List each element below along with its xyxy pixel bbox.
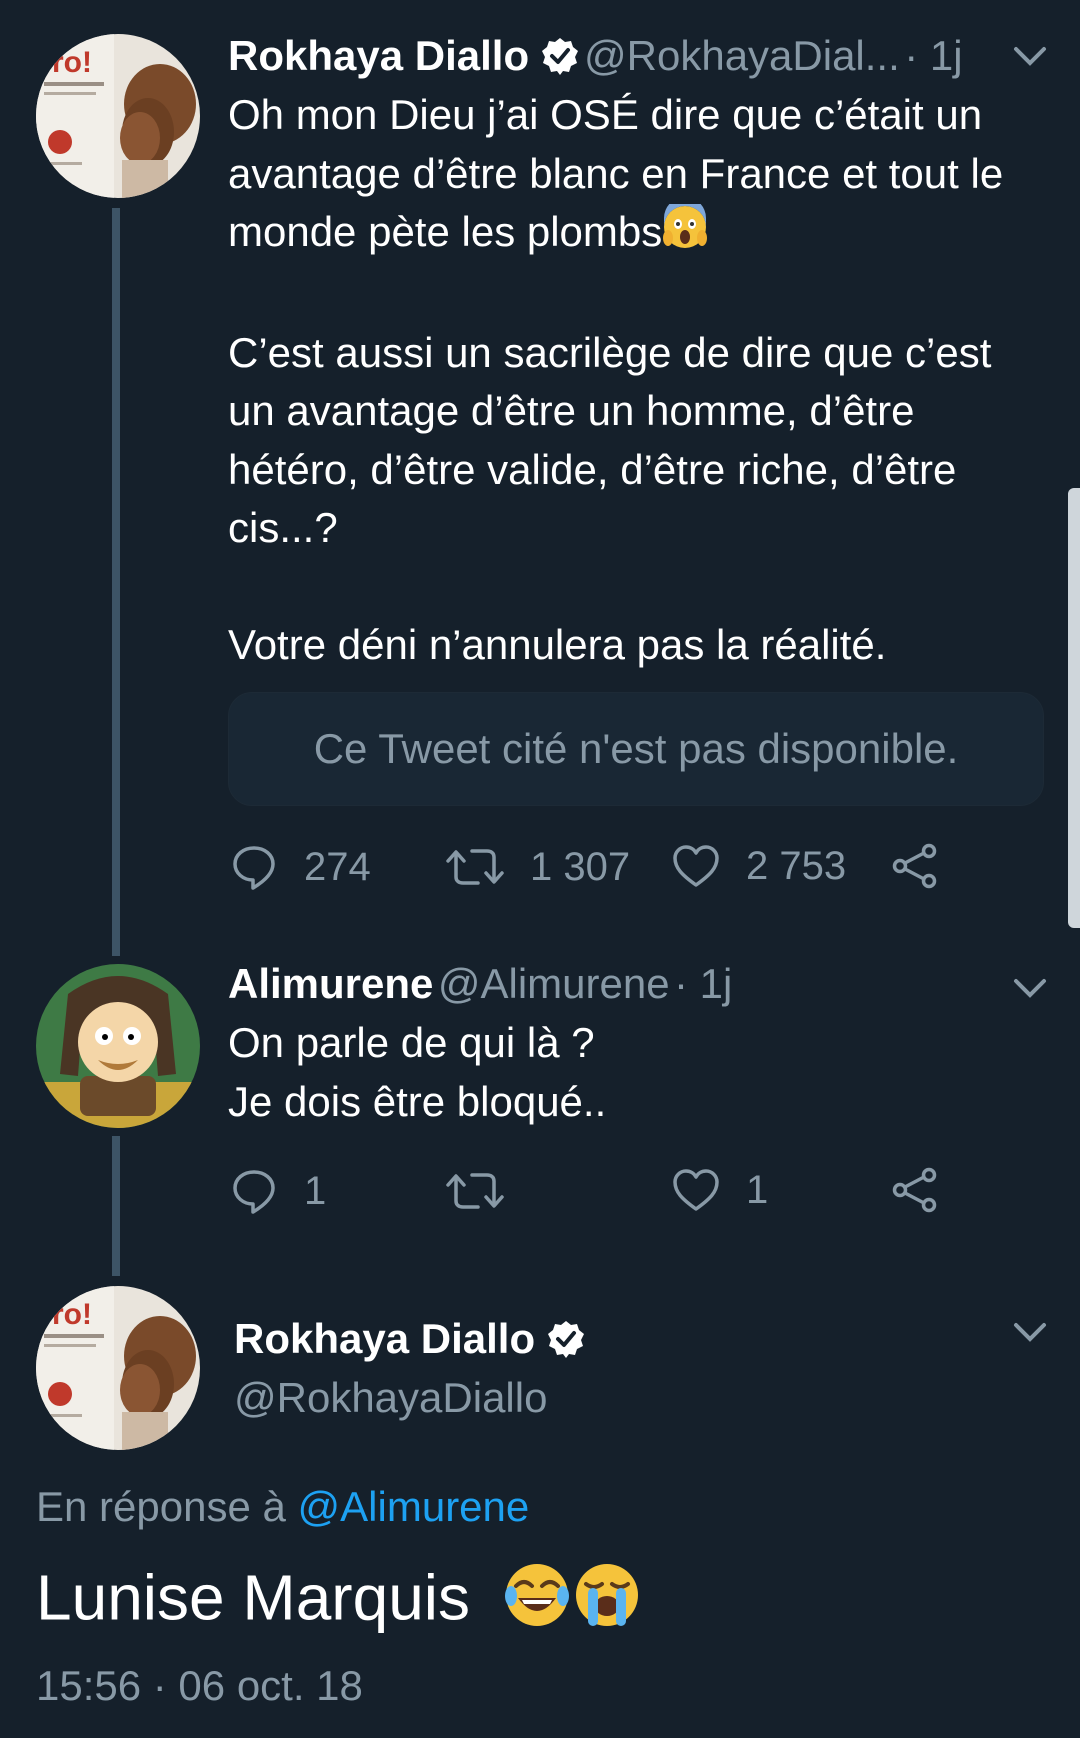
author-name[interactable]: Rokhaya Diallo — [228, 32, 529, 79]
retweet-icon — [446, 1173, 504, 1209]
avatar-logo-text: fro! — [42, 46, 92, 79]
retweet-button[interactable]: 1 307 — [446, 843, 630, 891]
avatar-logo-text: fro! — [42, 1298, 92, 1331]
author-name[interactable]: Alimurene — [228, 960, 433, 1007]
retweet-count: 1 307 — [530, 844, 631, 889]
reply-button[interactable]: 1 — [230, 1167, 326, 1215]
share-button[interactable] — [892, 843, 964, 889]
tweet-paragraph: C’est aussi un sacrilège de dire que c’e… — [228, 328, 992, 552]
like-button[interactable]: 2 753 — [672, 843, 846, 889]
like-button[interactable]: 1 — [672, 1167, 768, 1213]
chevron-down-icon[interactable] — [1012, 44, 1048, 73]
like-count: 1 — [746, 1167, 769, 1212]
tweet-line: Je dois être bloqué.. — [228, 1077, 607, 1125]
heart-icon — [673, 845, 719, 887]
tweet-header: Alimurene @Alimurene · 1j — [228, 958, 732, 1020]
reply-prefix: En réponse à — [36, 1483, 286, 1530]
tweet-paragraph: Oh mon Dieu j’ai OSÉ dire que c’était un… — [228, 86, 1048, 266]
reply-context: En réponse à @Alimurene — [36, 1483, 529, 1531]
tweet-header: Rokhaya Diallo — [234, 1313, 586, 1381]
chevron-down-icon[interactable] — [1012, 976, 1048, 1005]
tweet-body: Lunise Marquis — [36, 1560, 642, 1645]
reply-button[interactable]: 274 — [230, 843, 371, 891]
retweet-icon — [446, 849, 504, 885]
tweet-body: Oh mon Dieu j’ai OSÉ dire que c’était un… — [228, 86, 1048, 674]
tweet-line: On parle de qui là ? — [228, 1019, 595, 1066]
reply-bubble-icon — [233, 846, 275, 890]
author-name[interactable]: Rokhaya Diallo — [234, 1315, 535, 1362]
loudly-crying-face-emoji — [572, 1560, 642, 1645]
quoted-tweet-unavailable[interactable]: Ce Tweet cité n'est pas disponible. — [228, 692, 1044, 806]
avatar[interactable] — [36, 964, 200, 1128]
scrollbar[interactable] — [1068, 488, 1080, 928]
share-icon — [892, 843, 937, 889]
face-with-tears-of-joy-emoji — [502, 1560, 572, 1645]
reply-mention-link[interactable]: @Alimurene — [298, 1483, 530, 1530]
thread-line — [112, 1136, 120, 1276]
chevron-down-icon[interactable] — [1012, 1320, 1048, 1349]
tweet-time[interactable]: · 1j — [674, 960, 732, 1007]
retweet-button[interactable] — [446, 1167, 530, 1215]
share-icon — [892, 1167, 937, 1213]
reply-count: 274 — [304, 844, 371, 889]
verified-badge-icon — [546, 1319, 586, 1381]
reply-count: 1 — [304, 1168, 327, 1213]
tweet-timestamp[interactable]: 15:56 · 06 oct. 18 — [36, 1662, 363, 1710]
avatar[interactable]: fro! — [36, 34, 200, 198]
reply-bubble-icon — [233, 1170, 275, 1214]
thread-line — [112, 208, 120, 956]
face-screaming-emoji — [662, 197, 708, 266]
author-handle[interactable]: @RokhayaDiallo — [234, 1372, 547, 1424]
tweet-paragraph: Votre déni n’annulera pas la réalité. — [228, 620, 887, 668]
tweet-body: On parle de qui là ? Je dois être bloqué… — [228, 1014, 1048, 1131]
like-count: 2 753 — [746, 843, 847, 888]
author-handle[interactable]: @Alimurene — [438, 960, 670, 1007]
author-handle[interactable]: @RokhayaDial... — [584, 32, 900, 79]
tweet-time[interactable]: · 1j — [904, 32, 962, 79]
tweet-text: Lunise Marquis — [36, 1561, 470, 1634]
avatar[interactable]: fro! — [36, 1286, 200, 1450]
share-button[interactable] — [892, 1167, 964, 1213]
heart-icon — [673, 1169, 719, 1211]
